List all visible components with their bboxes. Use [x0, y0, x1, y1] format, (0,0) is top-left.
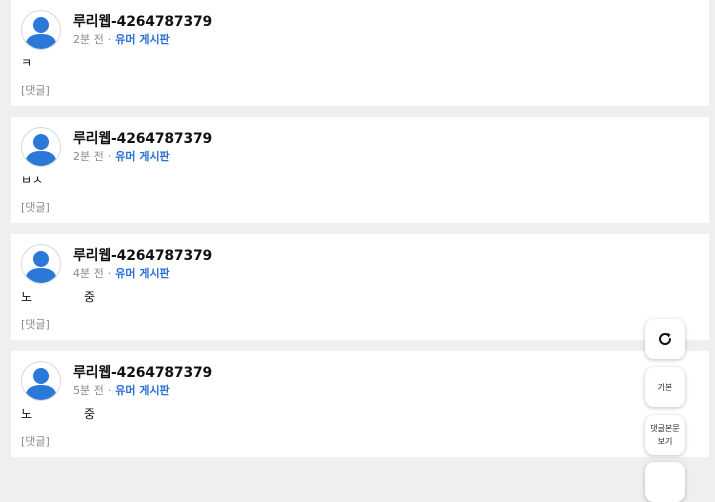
comment-tag[interactable]: [댓글] [21, 316, 50, 332]
user-icon [25, 368, 57, 400]
redacted-text [32, 292, 84, 304]
board-link[interactable]: 유머 게시판 [115, 150, 169, 163]
meta-separator: · [107, 384, 112, 397]
comment-tag[interactable]: [댓글] [21, 199, 50, 215]
post-meta: 4분 전 · 유머 게시판 [73, 265, 170, 281]
post-time: 5분 전 [73, 384, 104, 397]
comment-tag[interactable]: [댓글] [21, 82, 50, 98]
comment-card: 루리웹-4264787379 4분 전 · 유머 게시판 노중 [댓글] [11, 234, 709, 340]
avatar[interactable] [21, 361, 61, 401]
avatar[interactable] [21, 127, 61, 167]
comment-text-end: 중 [84, 290, 96, 304]
username[interactable]: 루리웹-4264787379 [73, 245, 212, 265]
meta-separator: · [107, 33, 112, 46]
username[interactable]: 루리웹-4264787379 [73, 128, 212, 148]
comment-text-end: 중 [84, 407, 96, 421]
meta-separator: · [107, 150, 112, 163]
refresh-button[interactable] [645, 319, 685, 359]
user-icon [25, 134, 57, 166]
username[interactable]: 루리웹-4264787379 [73, 11, 212, 31]
comment-text-start: 노 [21, 290, 33, 304]
meta-separator: · [107, 267, 112, 280]
post-meta: 2분 전 · 유머 게시판 [73, 31, 170, 47]
comment-card: 루리웹-4264787379 2분 전 · 유머 게시판 ㅂㅅ [댓글] [11, 117, 709, 223]
board-link[interactable]: 유머 게시판 [115, 384, 169, 397]
post-meta: 2분 전 · 유머 게시판 [73, 148, 170, 164]
board-link[interactable]: 유머 게시판 [115, 33, 169, 46]
basic-view-button[interactable]: 기본 [645, 367, 685, 407]
redacted-text [32, 409, 84, 421]
avatar[interactable] [21, 244, 61, 284]
user-icon [25, 251, 57, 283]
comment-card: 루리웹-4264787379 5분 전 · 유머 게시판 노중 [댓글] [11, 351, 709, 457]
floating-button-partial[interactable] [645, 462, 685, 502]
comment-body-view-label: 댓글본문 보기 [650, 424, 680, 446]
post-time: 2분 전 [73, 150, 104, 163]
comment-text: 노중 [21, 288, 95, 305]
comment-text: ㅋ [21, 56, 33, 70]
post-time: 4분 전 [73, 267, 104, 280]
post-meta: 5분 전 · 유머 게시판 [73, 382, 170, 398]
comment-text-start: 노 [21, 407, 33, 421]
board-link[interactable]: 유머 게시판 [115, 267, 169, 280]
user-icon [25, 17, 57, 49]
comment-text: 노중 [21, 405, 95, 422]
comment-text: ㅂㅅ [21, 173, 44, 187]
avatar[interactable] [21, 10, 61, 50]
basic-view-label: 기본 [657, 382, 673, 392]
username[interactable]: 루리웹-4264787379 [73, 362, 212, 382]
comment-body-view-button[interactable]: 댓글본문 보기 [645, 415, 685, 455]
comment-card: 루리웹-4264787379 2분 전 · 유머 게시판 ㅋ [댓글] [11, 0, 709, 106]
post-time: 2분 전 [73, 33, 104, 46]
refresh-icon [659, 332, 672, 345]
comment-tag[interactable]: [댓글] [21, 433, 50, 449]
